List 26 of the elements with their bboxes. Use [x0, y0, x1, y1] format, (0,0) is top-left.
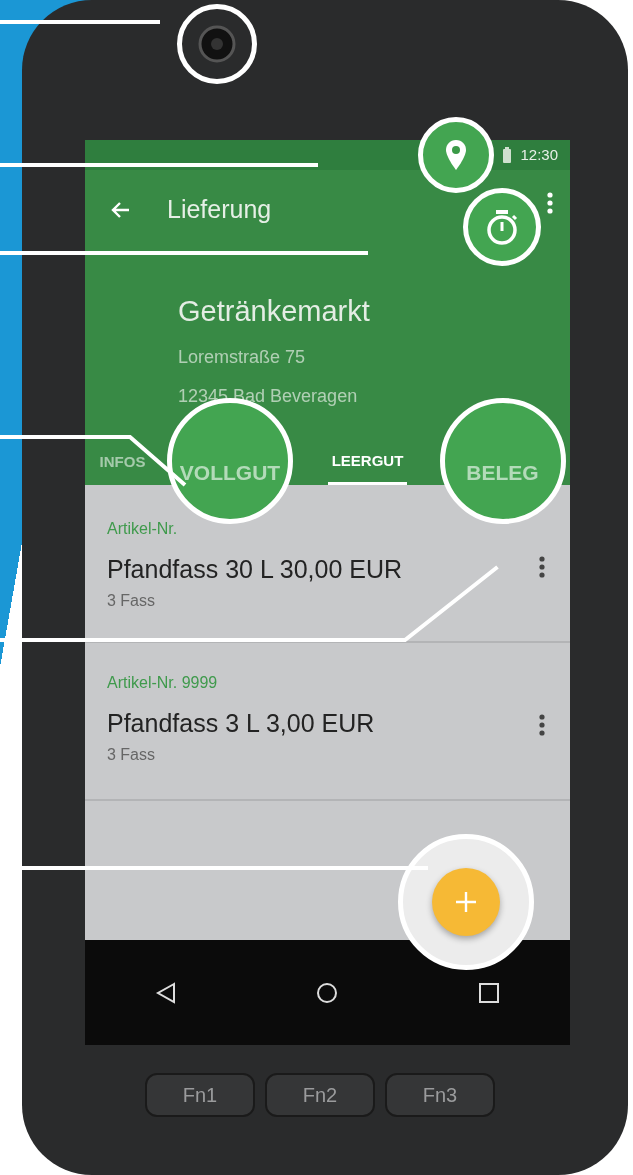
- more-menu-icon[interactable]: [546, 191, 554, 215]
- item-title: Pfandfass 30 L 30,00 EUR: [107, 554, 404, 585]
- hardware-key[interactable]: Fn2: [265, 1073, 375, 1117]
- article-number: Artikel-Nr. 9999: [107, 673, 219, 693]
- more-menu-icon[interactable]: [538, 713, 546, 737]
- hardware-key[interactable]: Fn3: [385, 1073, 495, 1117]
- item-title: Pfandfass 3 L 3,00 EUR: [107, 708, 376, 739]
- item-quantity: 3 Fass: [107, 744, 156, 765]
- more-menu-icon[interactable]: [538, 555, 546, 579]
- clock-time: 12:30: [520, 144, 558, 165]
- recent-apps-square-icon[interactable]: [477, 980, 502, 1005]
- customer-street: Loremstraße 75: [178, 345, 307, 369]
- battery-icon: [502, 147, 513, 163]
- screen-title: Lieferung: [167, 194, 272, 226]
- plus-icon: [453, 889, 479, 915]
- hardware-key[interactable]: Fn1: [145, 1073, 255, 1117]
- location-pin-icon: [444, 139, 469, 171]
- article-number: Artikel-Nr.: [107, 519, 179, 539]
- list-item[interactable]: Artikel-Nr. 9999 Pfandfass 3 L 3,00 EUR 3 Fass: [85, 643, 570, 801]
- stopwatch-icon[interactable]: [484, 207, 520, 247]
- camera-lens-icon: [197, 24, 237, 64]
- tab[interactable]: LEERGUT: [327, 439, 408, 486]
- customer-name: Getränkemarkt: [178, 294, 371, 329]
- home-circle-icon[interactable]: [315, 980, 340, 1005]
- tab[interactable]: INFOS: [95, 441, 150, 484]
- item-quantity: 3 Fass: [107, 590, 156, 611]
